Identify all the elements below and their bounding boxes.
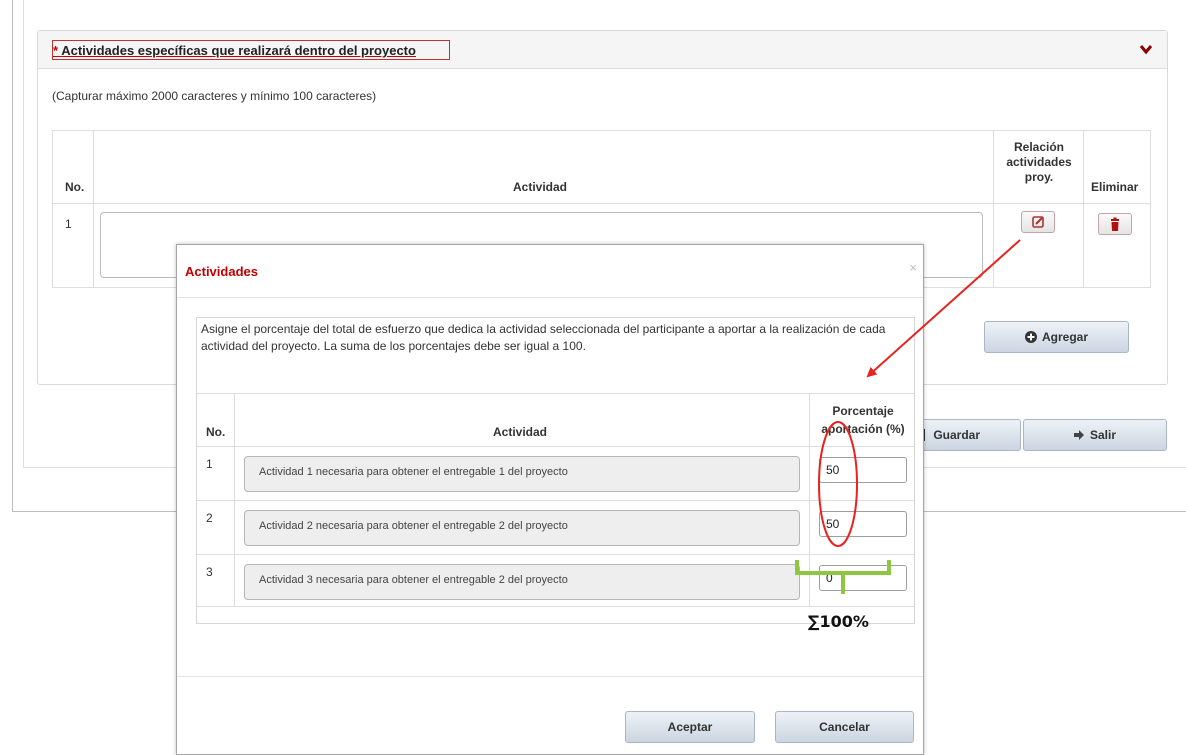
activity-field: Actividad 3 necesaria para obtener el en… [244,564,800,600]
modal-row-number: 3 [206,565,213,579]
cancelar-button[interactable]: Cancelar [775,711,914,743]
cancelar-label: Cancelar [819,720,870,734]
modal-column-header-no: No. [206,425,226,439]
panel-heading[interactable]: * Actividades específicas que realizará … [38,31,1167,69]
required-mark: * [53,43,59,58]
activity-field: Actividad 1 necesaria para obtener el en… [244,456,800,492]
modal-header-divider [177,297,923,298]
exit-icon [1073,430,1084,440]
modal-footer-divider [177,676,923,677]
aceptar-button[interactable]: Aceptar [625,711,755,743]
modal-row-number: 2 [206,511,213,525]
modal-instructions: Asigne el porcentaje del total de esfuer… [201,322,886,353]
column-header-relacion: Relación actividades proy. [1006,140,1072,184]
aceptar-label: Aceptar [667,720,713,734]
edit-icon [1032,216,1044,228]
percentage-table: No. Actividad Porcentaje aportación (%) … [197,393,914,607]
plus-circle-icon [1024,331,1037,343]
percentage-input[interactable]: 50 [819,511,907,537]
close-icon[interactable]: × [909,260,917,275]
chevron-down-icon[interactable] [1139,42,1153,56]
modal-column-header-porcentaje: Porcentaje aportación (%) [821,404,905,436]
column-header-eliminar: Eliminar [1091,180,1139,194]
agregar-button[interactable]: Agregar [984,321,1129,353]
trash-icon [1111,217,1119,231]
modal-body: Asigne el porcentaje del total de esfuer… [196,317,915,624]
salir-button[interactable]: Salir [1023,419,1167,451]
column-header-actividad: Actividad [513,180,568,194]
actividades-modal: Actividades × Asigne el porcentaje del t… [176,244,924,755]
edit-relation-button[interactable] [1021,211,1055,233]
modal-column-header-actividad: Actividad [493,425,548,439]
panel-title-text: Actividades específicas que realizará de… [61,43,416,58]
delete-row-button[interactable] [1098,213,1132,235]
modal-title: Actividades [185,264,258,279]
column-header-no: No. [65,180,85,194]
row-number: 1 [65,217,72,231]
activity-field: Actividad 2 necesaria para obtener el en… [244,510,800,546]
modal-row-number: 1 [206,457,213,471]
sum-annotation: ∑100% [808,612,869,631]
agregar-label: Agregar [1041,330,1088,344]
percentage-input[interactable]: 50 [819,457,907,483]
save-icon [924,429,926,441]
guardar-label: Guardar [933,428,980,442]
salir-label: Salir [1089,428,1116,442]
capture-note: (Capturar máximo 2000 caracteres y mínim… [52,89,377,103]
percentage-input[interactable]: 0 [819,565,907,591]
panel-title: * Actividades específicas que realizará … [53,43,416,58]
